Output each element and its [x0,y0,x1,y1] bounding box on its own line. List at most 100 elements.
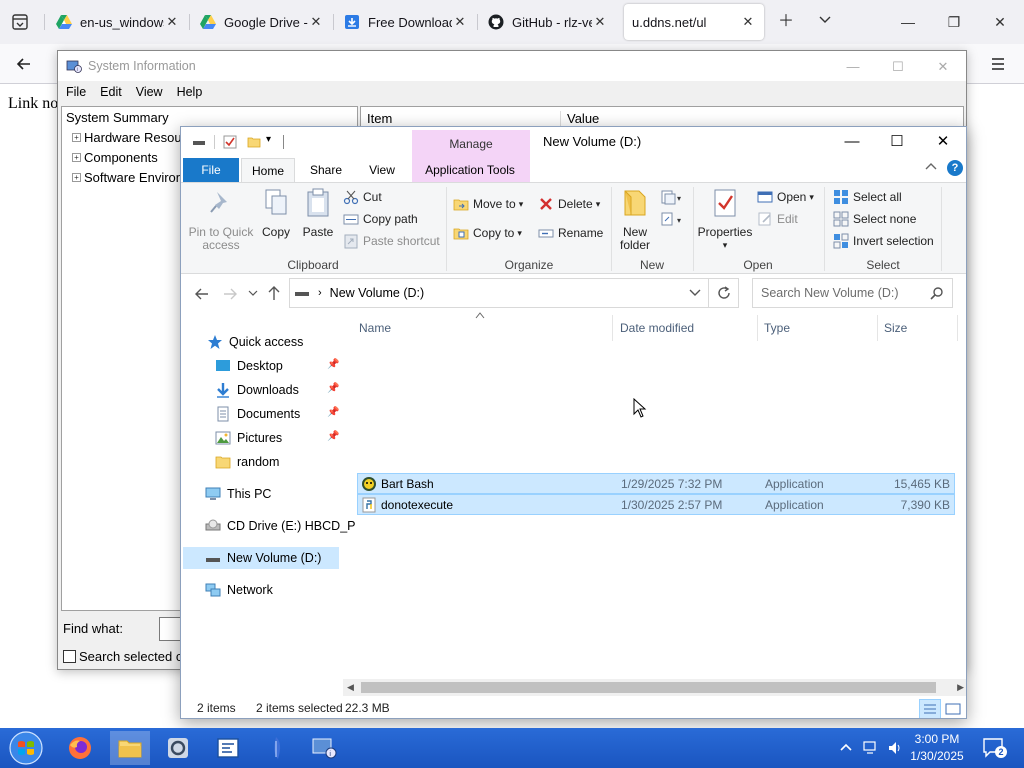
column-size[interactable]: Size [878,315,958,341]
column-name[interactable]: Name [353,315,613,341]
browser-tab[interactable]: Free Download M ✕ [336,4,476,40]
paste-button[interactable]: Paste [299,187,337,239]
tab-file[interactable]: File [183,158,239,182]
expand-icon[interactable]: + [72,172,81,182]
tab-view[interactable]: View [357,158,407,182]
open-button[interactable]: Open ▾ [757,187,814,207]
chevron-down-icon[interactable] [815,12,835,32]
forward-arrow-icon[interactable] [221,285,239,303]
restore-icon[interactable]: ❐ [944,12,964,32]
nav-documents[interactable]: Documents [215,403,300,425]
nav-cd-drive[interactable]: CD Drive (E:) HBCD_P [205,515,356,537]
edit-button[interactable]: Edit [757,209,798,229]
nav-downloads[interactable]: Downloads [215,379,299,401]
paste-shortcut-button[interactable]: Paste shortcut [343,231,440,251]
menu-view[interactable]: View [136,85,163,99]
start-button[interactable] [6,729,46,767]
search-selected-checkbox[interactable] [63,650,76,663]
nav-new-volume[interactable]: New Volume (D:) [183,547,339,569]
show-hidden-icons-icon[interactable] [838,740,854,756]
chevron-down-icon[interactable] [688,285,702,299]
tab-home[interactable]: Home [241,158,295,182]
up-arrow-icon[interactable] [265,284,283,302]
search-input[interactable]: Search New Volume (D:) [752,278,953,308]
browser-tab[interactable]: Google Drive - V ✕ [192,4,332,40]
new-folder-button[interactable]: New folder [615,187,655,252]
expand-icon[interactable]: + [72,132,81,142]
nav-desktop[interactable]: Desktop [215,355,283,377]
browser-tab-active[interactable]: u.ddns.net/ul ✕ [624,4,764,40]
close-icon[interactable]: ✕ [990,12,1010,32]
new-tab-icon[interactable]: ＋ [776,12,796,32]
taskbar-system-information[interactable]: i [304,731,344,765]
invert-selection-button[interactable]: Invert selection [833,231,934,251]
recent-locations-icon[interactable] [247,286,259,300]
maximize-icon[interactable]: ☐ [888,57,908,77]
menu-edit[interactable]: Edit [100,85,122,99]
expand-icon[interactable]: + [72,152,81,162]
clock-date[interactable]: 1/30/2025 [908,749,966,763]
nav-network[interactable]: Network [205,579,273,601]
close-icon[interactable]: ✕ [308,14,324,30]
search-selected-option[interactable]: Search selected c [63,649,182,664]
close-icon[interactable]: ✕ [592,14,608,30]
large-icons-view-icon[interactable] [943,699,963,718]
taskbar-file-explorer[interactable] [110,731,150,765]
back-arrow-icon[interactable] [193,285,211,303]
move-to-button[interactable]: Move to ▾ [453,194,523,214]
qat-dropdown-icon[interactable]: ▾ [266,134,271,145]
chevron-up-icon[interactable] [924,160,938,177]
new-folder-icon[interactable] [247,135,261,149]
tab-share[interactable]: Share [301,158,351,182]
delete-button[interactable]: Delete ▾ [538,194,600,214]
close-icon[interactable]: ✕ [452,14,468,30]
back-arrow-icon[interactable] [14,54,34,74]
pin-quick-access-button[interactable]: Pin to Quick access [187,187,255,252]
copy-path-button[interactable]: Copy path [343,209,418,229]
file-row[interactable]: donotexecute 1/30/2025 2:57 PM Applicati… [357,494,955,515]
scroll-right-icon[interactable]: ▶ [957,682,964,693]
taskbar-app-python[interactable] [256,731,296,765]
column-type[interactable]: Type [758,315,878,341]
column-item[interactable]: Item [361,111,561,126]
nav-quick-access[interactable]: Quick access [207,331,303,353]
refresh-button[interactable] [709,278,739,308]
help-icon[interactable]: ? [947,160,963,176]
minimize-icon[interactable]: — [843,57,863,77]
minimize-icon[interactable]: — [840,131,864,153]
properties-button[interactable]: Properties ▾ [696,187,754,252]
copy-to-button[interactable]: Copy to ▾ [453,223,522,243]
taskbar-app-disk[interactable] [158,731,198,765]
tab-application-tools[interactable]: Application Tools [414,158,526,182]
address-bar[interactable]: › New Volume (D:) [289,278,709,308]
browser-tab[interactable]: GitHub - rlz-ve/x ✕ [480,4,616,40]
rename-button[interactable]: Rename [538,223,603,243]
tree-item-system-summary[interactable]: System Summary [62,107,357,127]
scroll-left-icon[interactable]: ◀ [347,682,354,693]
browser-tab[interactable]: en-us_windows ✕ [48,4,188,40]
taskbar-app-utility[interactable] [208,731,248,765]
breadcrumb-chevron-icon[interactable]: › [318,287,322,299]
network-tray-icon[interactable] [862,739,880,757]
close-icon[interactable]: ✕ [931,131,955,153]
select-all-button[interactable]: Select all [833,187,902,207]
nav-random[interactable]: random [215,451,279,473]
menu-file[interactable]: File [66,85,86,99]
notifications-button[interactable]: 2 [982,737,1007,759]
copy-button[interactable]: Copy [257,187,295,239]
maximize-icon[interactable]: ☐ [885,131,909,153]
nav-pictures[interactable]: Pictures [215,427,282,449]
column-date-modified[interactable]: Date modified [614,315,758,341]
breadcrumb[interactable]: New Volume (D:) [330,286,424,300]
menu-icon[interactable] [988,54,1008,74]
column-value[interactable]: Value [561,111,599,126]
new-item-icon[interactable]: ▾ [660,189,686,207]
close-icon[interactable]: ✕ [740,14,756,30]
properties-icon[interactable] [223,135,237,149]
details-view-icon[interactable] [919,699,941,718]
clock-time[interactable]: 3:00 PM [908,732,966,746]
easy-access-icon[interactable]: ▾ [660,211,686,229]
nav-this-pc[interactable]: This PC [205,483,271,505]
file-row[interactable]: Bart Bash 1/29/2025 7:32 PM Application … [357,473,955,494]
horizontal-scrollbar[interactable]: ◀ ▶ [343,679,966,696]
